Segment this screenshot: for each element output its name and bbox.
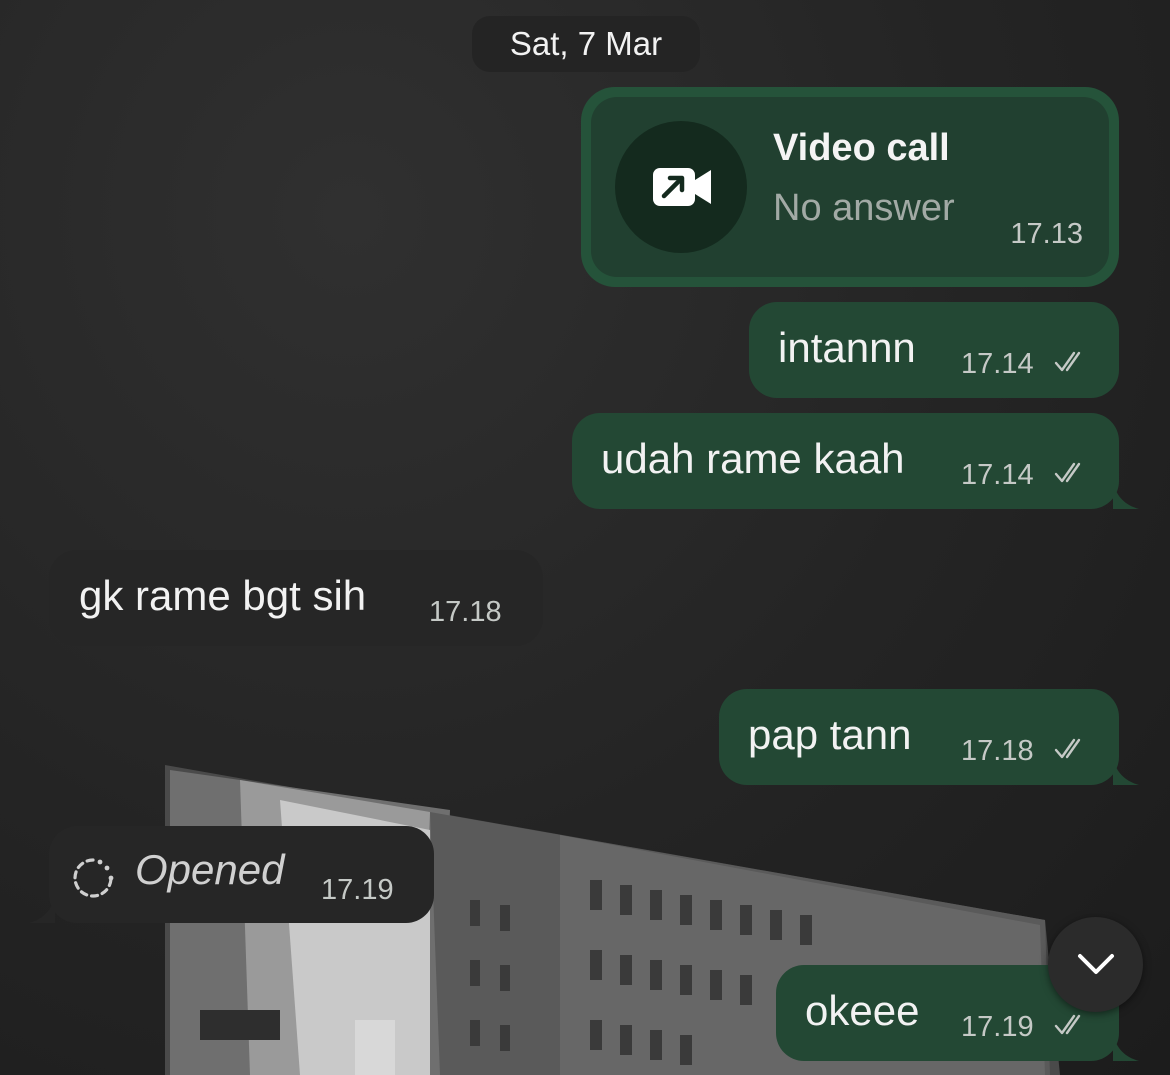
double-check-icon bbox=[1054, 738, 1081, 759]
double-check-icon bbox=[1054, 462, 1081, 483]
bubble-tail bbox=[1113, 483, 1139, 509]
bubble-tail bbox=[1113, 759, 1139, 785]
message-time: 17.19 bbox=[321, 874, 394, 906]
outgoing-message[interactable]: pap tann 17.18 bbox=[719, 689, 1139, 785]
message-text: udah rame kaah bbox=[601, 435, 905, 482]
video-call-card-body: Video call No answer 17.13 bbox=[591, 97, 1109, 277]
message-time: 17.14 bbox=[961, 459, 1034, 491]
view-once-message[interactable]: Opened 17.19 bbox=[29, 826, 434, 923]
bubble-tail bbox=[1113, 1035, 1139, 1061]
message-text: pap tann bbox=[748, 711, 912, 758]
chevron-down-icon bbox=[1078, 954, 1114, 974]
message-time: 17.19 bbox=[961, 1011, 1034, 1043]
video-call-outgoing-icon bbox=[653, 168, 711, 206]
bubble-tail bbox=[29, 897, 55, 923]
call-title: Video call bbox=[773, 127, 950, 169]
date-header: Sat, 7 Mar bbox=[472, 16, 700, 72]
scroll-to-bottom-button[interactable] bbox=[1048, 917, 1143, 1012]
message-time: 17.18 bbox=[429, 596, 502, 628]
double-check-icon bbox=[1054, 351, 1081, 372]
incoming-message[interactable]: gk rame bgt sih 17.18 bbox=[49, 550, 543, 646]
video-call-message[interactable]: Video call No answer 17.13 bbox=[581, 87, 1119, 287]
message-time: 17.14 bbox=[961, 348, 1034, 380]
view-once-opened-icon bbox=[73, 858, 114, 898]
outgoing-message[interactable]: udah rame kaah 17.14 bbox=[572, 413, 1139, 509]
message-text: okeee bbox=[805, 987, 920, 1034]
message-text: Opened bbox=[135, 846, 285, 893]
outgoing-message[interactable]: intannn 17.14 bbox=[749, 302, 1119, 398]
call-status: No answer bbox=[773, 187, 955, 229]
video-call-icon-circle bbox=[615, 121, 747, 253]
double-check-icon bbox=[1054, 1014, 1081, 1035]
message-time: 17.13 bbox=[1010, 218, 1083, 250]
message-text: gk rame bgt sih bbox=[79, 572, 367, 619]
message-text: intannn bbox=[778, 324, 916, 371]
message-time: 17.18 bbox=[961, 735, 1034, 767]
